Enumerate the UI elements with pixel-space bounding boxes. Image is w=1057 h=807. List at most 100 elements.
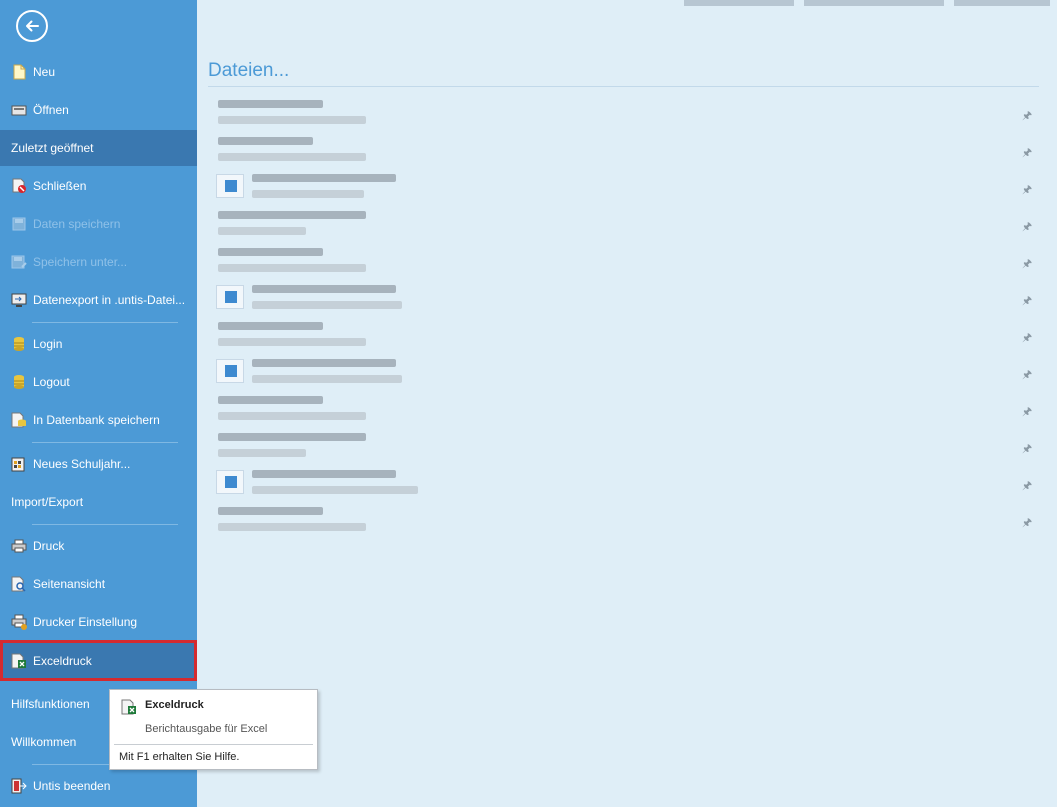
save-as-disk-icon <box>11 254 27 270</box>
file-path-blurred <box>218 523 366 531</box>
menu-separator <box>32 442 178 443</box>
pin-icon[interactable]: 🖈 <box>1022 107 1032 126</box>
menu-item-daten-speichern[interactable]: Daten speichern <box>0 206 197 242</box>
exceldruck-tooltip: Exceldruck Berichtausgabe für Excel Mit … <box>109 689 318 770</box>
file-path-blurred <box>218 338 366 346</box>
menu-item-untis-beenden[interactable]: Untis beenden <box>0 768 197 804</box>
file-name-blurred <box>218 322 323 330</box>
file-path-blurred <box>252 301 402 309</box>
back-button[interactable] <box>16 10 48 42</box>
file-name-blurred <box>252 470 396 478</box>
menu-item-label: Zuletzt geöffnet <box>11 141 94 155</box>
pin-icon[interactable]: 🖈 <box>1022 181 1032 200</box>
pin-icon[interactable]: 🖈 <box>1022 144 1032 163</box>
menu-item-schliessen[interactable]: Schließen <box>0 168 197 204</box>
menu-item-label: Druck <box>33 539 65 553</box>
file-path-blurred <box>252 486 418 494</box>
pin-icon[interactable]: 🖈 <box>1022 514 1032 533</box>
pin-icon[interactable]: 🖈 <box>1022 366 1032 385</box>
pin-icon[interactable]: 🖈 <box>1022 477 1032 496</box>
menu-item-in-datenbank-speichern[interactable]: In Datenbank speichern <box>0 402 197 438</box>
pin-icon[interactable]: 🖈 <box>1022 255 1032 274</box>
database-logout-icon <box>11 374 27 390</box>
menu-item-label: In Datenbank speichern <box>33 413 160 427</box>
database-file-icon <box>216 359 244 383</box>
menu-item-exceldruck[interactable]: Exceldruck <box>0 640 197 681</box>
pin-icon[interactable]: 🖈 <box>1022 329 1032 348</box>
menu-item-label: Drucker Einstellung <box>33 615 138 629</box>
file-name-blurred <box>218 396 323 404</box>
file-name-blurred <box>218 137 313 145</box>
menu-item-label: Hilfsfunktionen <box>11 697 90 711</box>
new-school-year-icon <box>11 456 27 472</box>
pin-icon[interactable]: 🖈 <box>1022 292 1032 311</box>
file-path-blurred <box>218 153 366 161</box>
menu-item-zuletzt-geoeffnet[interactable]: Zuletzt geöffnet <box>0 130 197 166</box>
menu-item-label: Speichern unter... <box>33 255 128 269</box>
menu-item-neu[interactable]: Neu <box>0 54 197 90</box>
menu-item-login[interactable]: Login <box>0 326 197 362</box>
file-path-blurred <box>218 227 306 235</box>
menu-item-oeffnen[interactable]: Öffnen <box>0 92 197 128</box>
database-save-icon <box>11 412 27 428</box>
new-document-icon <box>11 64 27 80</box>
arrow-left-icon <box>26 20 39 32</box>
page-title: Dateien... <box>208 60 290 81</box>
menu-item-label: Seitenansicht <box>33 577 106 591</box>
excel-print-icon <box>121 699 137 715</box>
file-name-blurred <box>218 507 323 515</box>
file-name-blurred <box>252 359 396 367</box>
menu-item-label: Exceldruck <box>33 653 92 668</box>
file-path-blurred <box>218 449 306 457</box>
menu-item-drucker-einstellung[interactable]: Drucker Einstellung <box>0 604 197 640</box>
menu-item-label: Willkommen <box>11 735 77 749</box>
menu-item-datenexport[interactable]: Datenexport in .untis-Datei... <box>0 282 197 318</box>
file-name-blurred <box>218 211 366 219</box>
open-folder-icon <box>11 102 27 118</box>
title-divider <box>208 86 1039 87</box>
export-monitor-icon <box>11 292 27 308</box>
database-login-icon <box>11 336 27 352</box>
file-path-blurred <box>218 264 366 272</box>
file-name-blurred <box>252 285 396 293</box>
printer-settings-icon <box>11 614 27 630</box>
exit-app-icon <box>11 778 27 794</box>
menu-separator <box>32 524 178 525</box>
pin-icon[interactable]: 🖈 <box>1022 218 1032 237</box>
tooltip-description: Berichtausgabe für Excel <box>145 723 268 735</box>
menu-item-neues-schuljahr[interactable]: Neues Schuljahr... <box>0 446 197 482</box>
close-document-icon <box>11 178 27 194</box>
menu-separator <box>32 322 178 323</box>
menu-item-label: Login <box>33 337 63 351</box>
print-preview-icon <box>11 576 27 592</box>
file-name-blurred <box>218 100 323 108</box>
database-file-icon <box>216 174 244 198</box>
menu-item-speichern-unter[interactable]: Speichern unter... <box>0 244 197 280</box>
database-file-icon <box>216 470 244 494</box>
menu-item-druck[interactable]: Druck <box>0 528 197 564</box>
pin-icon[interactable]: 🖈 <box>1022 403 1032 422</box>
user-info-blurred <box>954 0 1050 6</box>
file-name-blurred <box>218 248 323 256</box>
tooltip-help-text: Mit F1 erhalten Sie Hilfe. <box>119 751 240 763</box>
file-name-blurred <box>218 433 366 441</box>
database-file-icon <box>216 285 244 309</box>
file-path-blurred <box>218 116 366 124</box>
excel-print-icon <box>11 653 27 669</box>
menu-item-label: Neu <box>33 65 56 79</box>
menu-item-label: Daten speichern <box>33 217 121 231</box>
menu-item-import-export[interactable]: Import/Export <box>0 484 197 520</box>
backstage-sidebar: Neu Öffnen Zuletzt geöffnet Schließen Da… <box>0 0 197 807</box>
menu-item-seitenansicht[interactable]: Seitenansicht <box>0 566 197 602</box>
menu-item-label: Schließen <box>33 179 87 193</box>
user-info-blurred <box>684 0 794 6</box>
printer-icon <box>11 538 27 554</box>
user-info-blurred <box>804 0 944 6</box>
file-name-blurred <box>252 174 396 182</box>
pin-icon[interactable]: 🖈 <box>1022 440 1032 459</box>
save-disk-icon <box>11 216 27 232</box>
menu-item-label: Öffnen <box>33 103 69 117</box>
file-path-blurred <box>252 375 402 383</box>
menu-item-label: Untis beenden <box>33 779 111 793</box>
menu-item-logout[interactable]: Logout <box>0 364 197 400</box>
